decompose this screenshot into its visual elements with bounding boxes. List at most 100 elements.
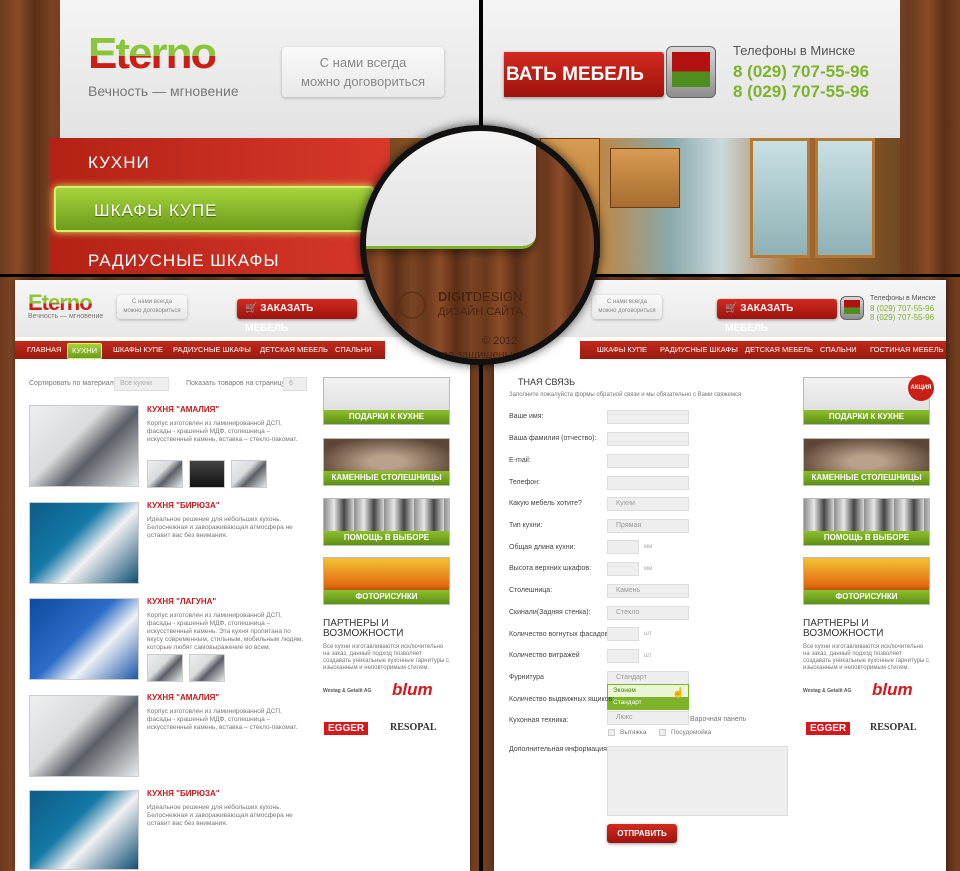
partner-logo-resopal[interactable]: RESOPAL [870, 722, 917, 733]
surname-input[interactable] [607, 432, 689, 446]
small-logo[interactable]: Eterno [28, 292, 93, 314]
product-image[interactable] [29, 695, 139, 777]
logo-text: Eterno [88, 29, 217, 78]
big-nav-item-radius-wardrobes[interactable]: РАДИУСНЫЕ ШКАФЫ [50, 238, 370, 284]
nav-item-radius[interactable]: РАДИУСНЫЕ ШКАФЫ [173, 341, 251, 359]
product-thumbnail[interactable] [231, 460, 267, 488]
banner-gifts[interactable]: ПОДАРКИ К КУХНЕ [323, 377, 450, 425]
nav-item-bedrooms[interactable]: СПАЛЬНИ [335, 341, 372, 359]
nav-item-home[interactable]: ГЛАВНАЯ [27, 341, 61, 359]
brand-part-2: DESIGN [472, 289, 523, 304]
partners-text: Все кухни изготавливаются исключительно … [803, 644, 930, 671]
brand-part-1: DIGIT [438, 289, 473, 304]
phone-number-2[interactable]: 8 (029) 707-55-96 [733, 82, 869, 102]
cart-icon: 🛒 [245, 303, 258, 314]
kitchen-type-select[interactable]: Прямая [607, 519, 689, 533]
product-title[interactable]: КУХНЯ "АМАЛИЯ" [147, 693, 219, 702]
unit-pcs: шт [644, 653, 652, 659]
form-subtitle: Заполните пожалуйста формы обратной связ… [509, 392, 742, 398]
nav-item-living[interactable]: ГОСТИНАЯ МЕБЕЛЬ [870, 341, 944, 359]
label-furniture: Какую мебель хотите? [509, 500, 582, 507]
cooktop-label: Варочная панель [690, 716, 747, 723]
partner-logo-westag[interactable]: Westag & Getalit AG [803, 688, 851, 694]
product-image[interactable] [29, 790, 139, 870]
nav-item-wardrobes[interactable]: ШКАФЫ КУПЕ [597, 341, 647, 359]
partner-logo-resopal[interactable]: RESOPAL [390, 722, 437, 733]
order-furniture-button[interactable]: 🛒 ЗАКАЗАТЬ МЕБЕЛЬ [237, 299, 357, 334]
phone-flag-icon [840, 296, 864, 320]
logo[interactable]: Eterno [88, 29, 217, 78]
appliances-select[interactable]: Люкс [607, 711, 689, 725]
extra-textarea[interactable] [607, 746, 788, 816]
promo-badge: АКЦИЯ [908, 375, 934, 401]
partner-logo-westag[interactable]: Westag & Getalit AG [323, 688, 371, 694]
length-input[interactable] [607, 540, 639, 554]
product-image[interactable] [29, 405, 139, 487]
label-fittings: Фурнитура [509, 674, 544, 681]
partners-title: ПАРТНЕРЫ И ВОЗМОЖНОСТИ [323, 619, 403, 639]
banner-appliances[interactable]: ПОМОЩЬ В ВЫБОРЕ ТЕХНИКИ [323, 498, 450, 556]
countertop-select[interactable]: Камень [607, 584, 689, 598]
small-slogan-line-2: можно договориться [598, 308, 656, 314]
showcases-input[interactable] [607, 649, 639, 663]
order-furniture-button[interactable]: 🛒 ЗАКАЗАТЬ МЕБЕЛЬ [717, 299, 837, 334]
nav-item-bedrooms[interactable]: СПАЛЬНИ [820, 341, 857, 359]
product-title[interactable]: КУХНЯ "БИРЮЗА" [147, 501, 220, 510]
nav-item-kitchens[interactable]: КУХНИ [67, 343, 103, 359]
name-input[interactable] [607, 410, 689, 424]
partner-logo-blum[interactable]: blum [872, 680, 913, 700]
submit-button[interactable]: ОТПРАВИТЬ [607, 824, 677, 843]
partner-logo-egger[interactable]: EGGER [806, 722, 851, 735]
big-nav-item-wardrobes[interactable]: ШКАФЫ КУПЕ [54, 186, 374, 232]
product-title[interactable]: КУХНЯ "ЛАГУНА" [147, 597, 216, 606]
dishwasher-checkbox[interactable] [659, 729, 666, 736]
nav-item-kids[interactable]: ДЕТСКАЯ МЕБЕЛЬ [260, 341, 328, 359]
label-countertop: Столешница: [509, 587, 553, 594]
small-tagline: Вечность — мгновение [28, 313, 104, 320]
slogan-bubble: С нами всегда можно договориться [282, 47, 444, 97]
label-height: Высота верхних шкафов: [509, 565, 592, 572]
banner-label: КАМЕННЫЕ СТОЛЕШНИЦЫ [804, 471, 929, 485]
phone-number-1[interactable]: 8 (029) 707-55-96 [733, 62, 869, 82]
tagline: Вечность — мгновение [88, 83, 239, 99]
sort-select[interactable]: Все кухни [114, 377, 169, 391]
nav-item-wardrobes[interactable]: ШКАФЫ КУПЕ [113, 341, 163, 359]
product-thumbnail[interactable] [147, 460, 183, 488]
unit-mm: мм [644, 566, 653, 572]
backsplash-select[interactable]: Стекло [607, 606, 689, 620]
product-thumbnail[interactable] [189, 460, 225, 488]
partner-logo-blum[interactable]: blum [392, 680, 433, 700]
partner-logo-egger[interactable]: EGGER [324, 722, 369, 735]
product-thumbnail[interactable] [147, 654, 183, 682]
product-title[interactable]: КУХНЯ "БИРЮЗА" [147, 789, 220, 798]
brand-subtitle: ДИЗАЙН САЙТА [438, 306, 523, 318]
hood-checkbox[interactable] [608, 729, 615, 736]
email-input[interactable] [607, 454, 689, 468]
product-thumbnail[interactable] [189, 654, 225, 682]
fittings-select[interactable]: Стандарт [607, 671, 689, 685]
banner-appliances[interactable]: ПОМОЩЬ В ВЫБОРЕ ТЕХНИКИ [803, 498, 930, 556]
furniture-select[interactable]: Кухни [607, 497, 689, 511]
product-title[interactable]: КУХНЯ "АМАЛИЯ" [147, 405, 219, 414]
banner-stone[interactable]: КАМЕННЫЕ СТОЛЕШНИЦЫ [323, 438, 450, 486]
big-nav-item-kitchens[interactable]: КУХНИ [50, 140, 370, 186]
phone-number-2[interactable]: 8 (029) 707-55-96 [870, 313, 934, 322]
order-furniture-button-large[interactable]: ВАТЬ МЕБЕЛЬ [504, 52, 664, 97]
label-showcases: Количество витражей [509, 652, 580, 659]
product-image[interactable] [29, 502, 139, 584]
sort-select-value: Все кухни [120, 380, 152, 387]
banner-photo[interactable]: ФОТОРИСУНКИ [803, 557, 930, 605]
phone-number-1[interactable]: 8 (029) 707-55-96 [870, 304, 934, 313]
per-page-select[interactable]: 6 [283, 377, 307, 391]
per-page-value: 6 [289, 380, 293, 387]
order-button-label: ВАТЬ МЕБЕЛЬ [506, 64, 644, 85]
nav-item-radius[interactable]: РАДИУСНЫЕ ШКАФЫ [660, 341, 738, 359]
banner-stone[interactable]: КАМЕННЫЕ СТОЛЕШНИЦЫ [803, 438, 930, 486]
banner-photo[interactable]: ФОТОРИСУНКИ [323, 557, 450, 605]
nav-item-kids[interactable]: ДЕТСКАЯ МЕБЕЛЬ [745, 341, 813, 359]
cabinets-input[interactable] [607, 627, 639, 641]
phone-input[interactable] [607, 476, 689, 490]
product-image[interactable] [29, 598, 139, 680]
hood-label: Вытяжка [620, 729, 647, 736]
height-input[interactable] [607, 562, 639, 576]
